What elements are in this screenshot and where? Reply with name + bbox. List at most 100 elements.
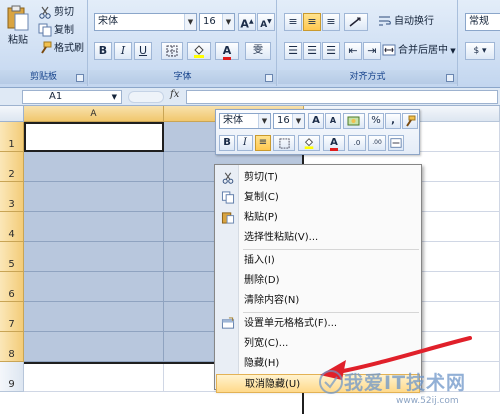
font-color-button[interactable]: A: [215, 42, 239, 60]
mini-shrink-font-button[interactable]: A: [325, 113, 341, 129]
menu-item[interactable]: 清除内容(N): [216, 291, 420, 310]
grow-font-glyph: A: [240, 17, 249, 31]
row-header[interactable]: 9: [0, 362, 24, 392]
borders-button[interactable]: [161, 42, 183, 60]
row-header[interactable]: 7: [0, 302, 24, 332]
row-header[interactable]: 6: [0, 272, 24, 302]
clipboard-launcher-icon[interactable]: [76, 74, 84, 82]
menu-item[interactable]: 删除(D): [216, 271, 420, 290]
cell-a[interactable]: [24, 122, 164, 152]
paste-button[interactable]: 粘贴: [4, 4, 32, 60]
menu-item-label: 选择性粘贴(V)...: [244, 232, 319, 243]
mini-bold-button[interactable]: B: [219, 135, 235, 151]
menu-item-label: 剪切(T): [244, 172, 278, 183]
mini-grow-font-button[interactable]: A: [308, 113, 324, 129]
decrease-indent-button[interactable]: ⇤: [344, 42, 362, 60]
chevron-down-icon[interactable]: ▼: [112, 91, 117, 103]
mini-italic-button[interactable]: I: [237, 135, 253, 151]
align-middle-button[interactable]: ≡: [303, 13, 321, 31]
mini-format-painter-button[interactable]: [402, 113, 418, 129]
border-icon: [278, 138, 290, 149]
align-bottom-button[interactable]: ≡: [322, 13, 340, 31]
align-right-button[interactable]: ☰: [322, 42, 340, 60]
row-header[interactable]: 4: [0, 212, 24, 242]
mini-font-color-button[interactable]: A: [323, 135, 345, 151]
cut-label: 剪切: [54, 7, 74, 18]
menu-item-label: 删除(D): [244, 275, 280, 286]
select-all-corner[interactable]: [0, 106, 24, 122]
number-format-combo[interactable]: 常规: [465, 13, 500, 31]
wrap-text-button[interactable]: 自动换行: [378, 13, 434, 31]
phonetic-button[interactable]: 雯: [245, 42, 271, 60]
mini-center-button[interactable]: ≡: [255, 135, 271, 151]
align-top-button[interactable]: ≡: [284, 13, 302, 31]
merge-center-button[interactable]: 合并后居中 ▼: [382, 42, 456, 60]
insert-function-icon[interactable]: fx: [170, 89, 179, 100]
row-header[interactable]: 8: [0, 332, 24, 362]
row-header[interactable]: 1: [0, 122, 24, 152]
orientation-button[interactable]: [344, 13, 368, 31]
row-header[interactable]: 5: [0, 242, 24, 272]
mini-merge-button[interactable]: [388, 135, 404, 151]
align-center-button[interactable]: ☰: [303, 42, 321, 60]
mini-increase-decimal-button[interactable]: .0: [348, 135, 366, 151]
menu-item[interactable]: 选择性粘贴(V)...: [216, 228, 420, 247]
align-left-button[interactable]: ☰: [284, 42, 302, 60]
scissors-icon: [38, 5, 52, 19]
fill-color-button[interactable]: [187, 42, 211, 60]
menu-item[interactable]: 插入(I): [216, 251, 420, 270]
mini-font-name-combo[interactable]: 宋体 ▼: [219, 113, 271, 129]
mini-percent-button[interactable]: %: [368, 113, 384, 129]
alignment-launcher-icon[interactable]: [446, 74, 454, 82]
increase-indent-button[interactable]: ⇥: [363, 42, 381, 60]
mini-font-size-combo[interactable]: 16 ▼: [273, 113, 305, 129]
fill-bucket-icon: [304, 138, 314, 149]
cell-a[interactable]: [24, 182, 164, 212]
format-painter-button[interactable]: 格式刷: [38, 40, 84, 58]
mini-font-name-value: 宋体: [223, 115, 243, 126]
column-header-a[interactable]: A: [24, 106, 164, 122]
font-size-combo[interactable]: 16 ▼: [199, 13, 235, 31]
cell-a[interactable]: [24, 302, 164, 332]
formula-input[interactable]: [186, 90, 498, 104]
mini-decrease-decimal-button[interactable]: .00: [368, 135, 386, 151]
chevron-down-icon[interactable]: ▼: [258, 114, 270, 128]
shrink-font-button[interactable]: A▼: [257, 13, 275, 31]
font-name-combo[interactable]: 宋体 ▼: [94, 13, 197, 31]
underline-glyph: U: [138, 44, 148, 57]
mini-fill-color-button[interactable]: [298, 135, 320, 151]
menu-item[interactable]: 粘贴(P): [216, 208, 420, 227]
underline-button[interactable]: U: [134, 42, 152, 60]
row-header[interactable]: 3: [0, 182, 24, 212]
name-box[interactable]: A1 ▼: [22, 90, 122, 104]
mini-accounting-button[interactable]: [343, 113, 365, 129]
row-header[interactable]: 2: [0, 152, 24, 182]
bold-button[interactable]: B: [94, 42, 112, 60]
cell-a[interactable]: [24, 152, 164, 182]
menu-item[interactable]: 剪切(T): [216, 168, 420, 187]
copy-button[interactable]: 复制: [38, 22, 74, 40]
formula-bar: A1 ▼ fx: [0, 88, 500, 106]
menu-item[interactable]: 复制(C): [216, 188, 420, 207]
chevron-down-icon[interactable]: ▼: [222, 14, 234, 30]
cell-a[interactable]: [24, 212, 164, 242]
scissors-icon: [221, 171, 235, 184]
italic-button[interactable]: I: [114, 42, 132, 60]
cell-a[interactable]: [24, 362, 164, 392]
font-launcher-icon[interactable]: [265, 74, 273, 82]
grow-font-button[interactable]: A▲: [238, 13, 256, 31]
italic-glyph: I: [120, 44, 126, 57]
font-color-glyph: A: [222, 45, 232, 60]
cell-a[interactable]: [24, 332, 164, 362]
mini-borders-button[interactable]: [273, 135, 295, 151]
mini-shrink-glyph: A: [329, 116, 337, 125]
mini-font-color-glyph: A: [330, 138, 338, 151]
currency-button[interactable]: $ ▾: [465, 42, 495, 60]
orientation-icon: [349, 17, 361, 27]
chevron-down-icon[interactable]: ▼: [184, 14, 196, 30]
cut-button[interactable]: 剪切: [38, 4, 74, 22]
cell-a[interactable]: [24, 272, 164, 302]
cell-a[interactable]: [24, 242, 164, 272]
mini-comma-button[interactable]: ,: [385, 113, 401, 129]
chevron-down-icon[interactable]: ▼: [292, 114, 304, 128]
